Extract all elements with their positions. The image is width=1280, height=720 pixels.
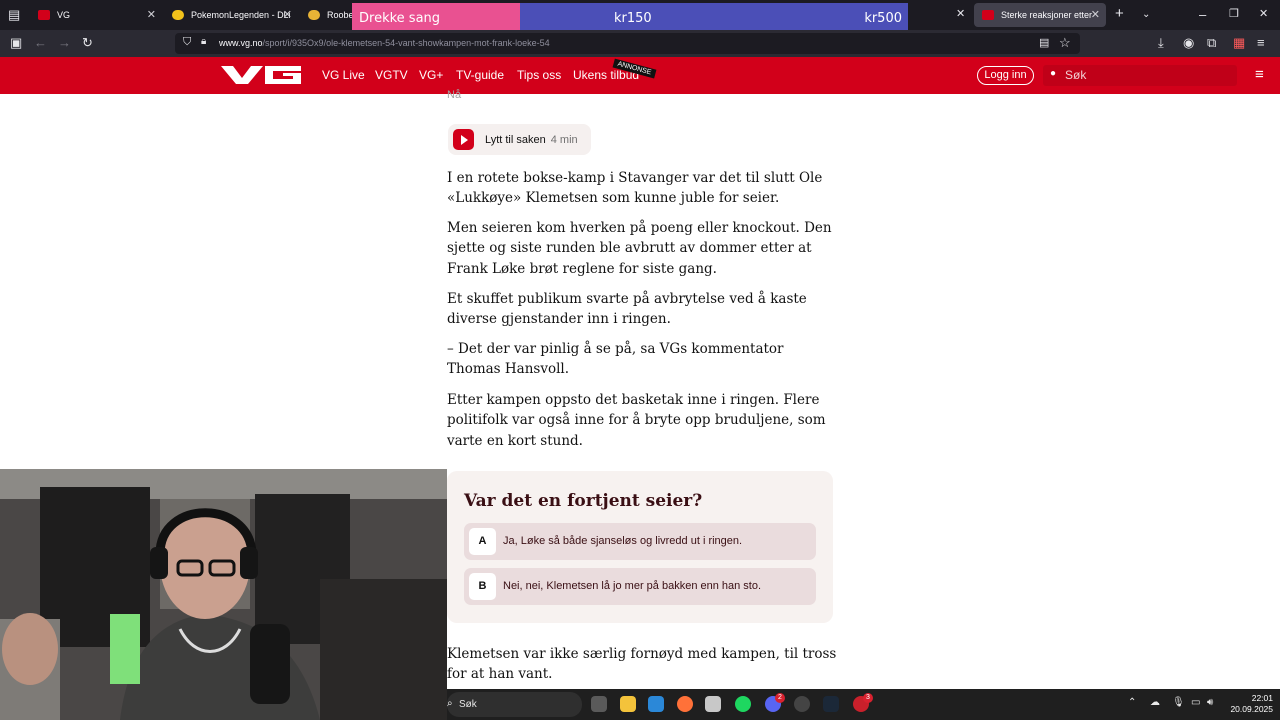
windows-taskbar: ⌕ Søk 2 3 ⌃ ☁ 🎙︎ ▭ 🔊︎ 22:01 20.09.2025 <box>447 689 1280 720</box>
url-text[interactable]: www.vg.no/sport/i/935Ox9/ole-klemetsen-5… <box>219 38 550 48</box>
store-icon[interactable] <box>648 696 664 712</box>
poll-card: Var det en fortjent seier? A Ja, Løke så… <box>447 471 833 623</box>
firefox-icon[interactable] <box>677 696 693 712</box>
extensions-icon[interactable]: ⧉ <box>1207 35 1216 51</box>
roobet-favicon-icon <box>308 10 320 20</box>
streamer-webcam-image <box>0 469 447 720</box>
shield-icon[interactable]: ⛉ <box>183 36 191 49</box>
menu-icon[interactable]: ≡ <box>1257 35 1265 50</box>
spotify-icon[interactable] <box>735 696 751 712</box>
minimize-icon[interactable]: – <box>1199 7 1206 22</box>
nav-vg-plus[interactable]: VG+ <box>419 68 443 82</box>
article-paragraph: – Det der var pinlig å se på, sa VGs kom… <box>447 341 784 378</box>
article-paragraph: Etter kampen oppsto det basketak inne i … <box>447 392 826 449</box>
microphone-icon[interactable]: 🎙︎ <box>1172 697 1185 708</box>
task-view-icon[interactable] <box>591 696 607 712</box>
browser-toolbar: ▣ ← → ↻ ⛉ 🔒︎ www.vg.no/sport/i/935Ox9/ol… <box>0 30 1280 57</box>
close-icon[interactable]: ✕ <box>956 7 965 20</box>
vg-header: VG Live VGTV VG+ TV-guide Tips oss Ukens… <box>0 57 1280 94</box>
listen-label: Lytt til saken <box>485 134 546 146</box>
tab-sterke-reaksjoner[interactable]: Sterke reaksjoner etter at Fr ✕ <box>974 3 1106 27</box>
bookmark-star-icon[interactable]: ☆ <box>1059 35 1071 51</box>
nav-tips-oss[interactable]: Tips oss <box>517 68 561 82</box>
url-path: /sport/i/935Ox9/ole-klemetsen-54-vant-sh… <box>262 38 550 48</box>
price-max: kr500 <box>864 11 902 26</box>
listen-to-article-button[interactable]: Lytt til saken 4 min <box>448 124 591 155</box>
obs-icon[interactable] <box>794 696 810 712</box>
nav-vgtv[interactable]: VGTV <box>375 68 408 82</box>
timestamp: Nå <box>447 89 462 101</box>
vg-favicon-icon <box>982 10 994 20</box>
close-icon[interactable]: ✕ <box>283 8 292 21</box>
tab-label: Roobet | <box>327 10 352 20</box>
reader-view-icon[interactable]: ▤ <box>1039 36 1049 49</box>
new-tab-icon[interactable]: + <box>1115 5 1124 22</box>
option-text: Nei, nei, Klemetsen lå jo mer på bakken … <box>503 580 762 592</box>
price-min: kr150 <box>614 11 652 26</box>
tab-label: PokemonLegenden - DLive <box>191 10 290 20</box>
download-icon[interactable]: ⤓ <box>1158 35 1164 51</box>
play-icon <box>453 129 474 150</box>
login-button[interactable]: Logg inn <box>977 66 1034 85</box>
system-clock[interactable]: 22:01 20.09.2025 <box>1223 693 1273 715</box>
display-icon[interactable]: ▭ <box>1191 697 1200 708</box>
search-input[interactable]: ● Søk <box>1043 65 1237 86</box>
forward-arrow-icon[interactable]: → <box>58 35 71 50</box>
app-badge: 3 <box>863 693 873 703</box>
article-paragraph: I en rotete bokse-kamp i Stavanger var d… <box>447 170 823 207</box>
poll-question: Var det en fortjent seier? <box>464 491 703 511</box>
listen-duration: 4 min <box>550 134 578 146</box>
url-domain: www.vg.no <box>219 38 263 48</box>
notepad-icon[interactable] <box>705 696 721 712</box>
file-explorer-icon[interactable] <box>620 696 636 712</box>
vg-logo-icon[interactable] <box>221 66 301 84</box>
restore-icon[interactable]: ❐ <box>1229 7 1239 20</box>
sidebar-icon[interactable]: ▣ <box>10 35 22 51</box>
hamburger-menu-icon[interactable]: ≡ <box>1255 66 1264 83</box>
search-placeholder: Søk <box>1065 68 1087 82</box>
search-icon: ⌕ <box>447 698 453 709</box>
search-icon: ● <box>1050 68 1057 79</box>
chevron-up-icon[interactable]: ⌃ <box>1128 697 1136 708</box>
tab-roobet[interactable]: Roobet | <box>300 3 360 27</box>
tab-pokemonlegenden[interactable]: PokemonLegenden - DLive ✕ <box>164 3 298 27</box>
discord-badge: 2 <box>775 693 785 703</box>
taskbar-search-placeholder: Søk <box>459 699 477 710</box>
extension-badge-icon[interactable]: ▦ <box>1233 35 1245 51</box>
nav-tv-guide[interactable]: TV-guide <box>456 68 504 82</box>
option-letter: A <box>469 528 496 555</box>
volume-icon[interactable]: 🔊︎ <box>1207 697 1213 708</box>
close-icon[interactable]: ✕ <box>147 8 156 21</box>
tab-list-icon[interactable]: ▤ <box>8 7 20 23</box>
lock-icon: 🔒︎ <box>201 36 207 47</box>
option-text: Ja, Løke så både sjanseløs og livredd ut… <box>503 535 743 547</box>
clock-time: 22:01 <box>1251 693 1273 703</box>
taskbar-search[interactable]: ⌕ Søk <box>447 692 582 717</box>
address-bar[interactable]: ⛉ 🔒︎ www.vg.no/sport/i/935Ox9/ole-klemet… <box>175 33 1080 54</box>
option-letter: B <box>469 573 496 600</box>
tab-label: Sterke reaksjoner etter at Fr <box>1001 10 1093 20</box>
clock-date: 20.09.2025 <box>1230 704 1273 714</box>
webcam-overlay <box>0 469 447 720</box>
steam-icon[interactable] <box>823 696 839 712</box>
article-paragraph: Men seieren kom hverken på poeng eller k… <box>447 220 832 277</box>
article-paragraph: Klemetsen var ikke særlig fornøyd med ka… <box>447 646 837 683</box>
back-arrow-icon[interactable]: ← <box>34 35 47 50</box>
poll-option-a[interactable]: A Ja, Løke så både sjanseløs og livredd … <box>464 523 816 560</box>
tab-vg[interactable]: VG ✕ <box>30 3 162 27</box>
nav-vg-live[interactable]: VG Live <box>322 68 365 82</box>
cloud-icon[interactable]: ☁ <box>1150 697 1160 708</box>
tab-label: VG <box>57 10 71 20</box>
article-paragraph: Et skuffet publikum svarte på avbrytelse… <box>447 291 807 328</box>
vg-favicon-icon <box>38 10 50 20</box>
chevron-down-icon[interactable]: ⌄ <box>1142 9 1150 20</box>
close-icon[interactable]: ✕ <box>1091 8 1100 21</box>
account-icon[interactable]: ◉ <box>1183 35 1194 51</box>
dlive-favicon-icon <box>172 10 184 20</box>
reload-icon[interactable]: ↻ <box>82 35 93 51</box>
poll-option-b[interactable]: B Nei, nei, Klemetsen lå jo mer på bakke… <box>464 568 816 605</box>
close-window-icon[interactable]: ✕ <box>1259 7 1268 20</box>
